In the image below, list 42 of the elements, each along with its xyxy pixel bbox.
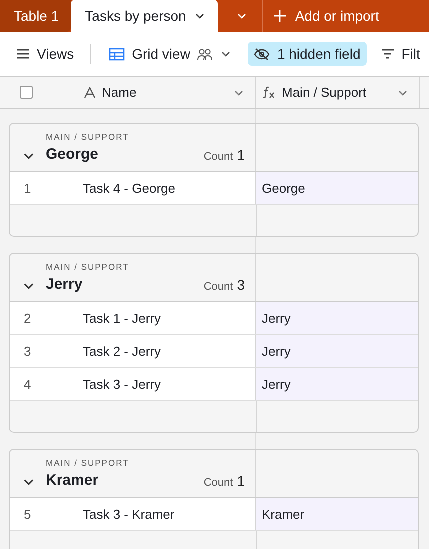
group-count: Count 1 bbox=[204, 473, 245, 489]
text-field-icon bbox=[84, 86, 96, 98]
view-tab[interactable]: Tasks by person bbox=[71, 0, 218, 32]
row-number: 4 bbox=[10, 368, 62, 400]
row-number: 5 bbox=[10, 498, 62, 530]
filter-icon bbox=[380, 48, 395, 60]
views-button[interactable]: Views bbox=[10, 42, 80, 66]
group-count: Count 3 bbox=[204, 277, 245, 293]
table-cell[interactable]: Task 3 - Kramer bbox=[62, 498, 256, 530]
select-all-checkbox[interactable] bbox=[20, 86, 33, 99]
row-number: 1 bbox=[10, 172, 62, 204]
view-tab[interactable]: Table 1 bbox=[0, 0, 72, 32]
table-cell[interactable]: Jerry bbox=[256, 302, 418, 334]
plus-icon bbox=[273, 9, 288, 23]
grid-icon bbox=[109, 48, 126, 60]
group-title: Kramer bbox=[46, 472, 100, 489]
row-number: 3 bbox=[10, 335, 62, 367]
people-icon bbox=[197, 48, 214, 60]
table-cell[interactable]: Jerry bbox=[256, 368, 418, 400]
group-title: Jerry bbox=[46, 276, 84, 293]
table-cell[interactable]: Task 2 - Jerry bbox=[62, 335, 256, 367]
formula-icon bbox=[262, 86, 276, 99]
table-cell[interactable]: Kramer bbox=[256, 498, 418, 530]
group-title: George bbox=[46, 146, 100, 163]
table-cell[interactable]: George bbox=[256, 172, 418, 204]
table-cell[interactable]: Task 1 - Jerry bbox=[62, 302, 256, 334]
table-cell[interactable]: Jerry bbox=[256, 335, 418, 367]
add-or-import-button[interactable]: Add or import bbox=[263, 0, 380, 32]
group-count: Count 1 bbox=[204, 147, 245, 163]
group-field-label: MAIN / SUPPORT bbox=[46, 458, 130, 468]
hidden-eye-icon bbox=[254, 48, 270, 60]
group-field-label: MAIN / SUPPORT bbox=[46, 132, 130, 142]
table-cell[interactable]: Task 3 - Jerry bbox=[62, 368, 256, 400]
row-number: 2 bbox=[10, 302, 62, 334]
column-header[interactable]: Name bbox=[70, 77, 256, 108]
table-cell[interactable]: Task 4 - George bbox=[62, 172, 256, 204]
grid-view-button[interactable]: Grid view bbox=[103, 42, 238, 66]
group-field-label: MAIN / SUPPORT bbox=[46, 262, 130, 272]
hidden-fields-button[interactable]: 1 hidden field bbox=[248, 42, 367, 66]
menu-icon bbox=[16, 48, 30, 60]
filter-button[interactable]: Filt bbox=[374, 42, 426, 66]
column-header[interactable]: Main / Support bbox=[256, 77, 420, 108]
